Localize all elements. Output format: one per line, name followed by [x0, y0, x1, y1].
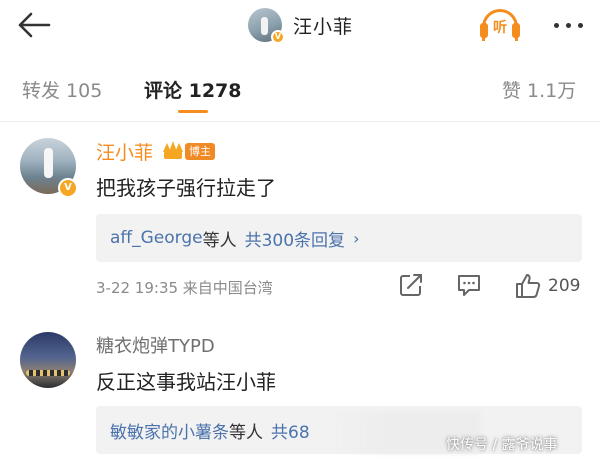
more-dots-icon: [553, 22, 559, 28]
verified-badge-icon: V: [271, 30, 285, 44]
divider: [0, 121, 600, 122]
avatar[interactable]: [20, 332, 76, 388]
tab-reposts[interactable]: 转发 105: [22, 76, 102, 103]
like-count: 209: [548, 276, 581, 296]
reply-users-suffix: 等人: [229, 422, 263, 443]
author-name[interactable]: 糖衣炮弹TYPD: [96, 332, 215, 358]
comment-meta: 3-22 19:35 来自中国台湾: [96, 279, 273, 297]
reply-users-suffix: 等人: [202, 230, 237, 251]
listen-label: 听: [493, 20, 507, 36]
chevron-right-icon: ›: [353, 228, 360, 248]
arrow-left-icon: [18, 12, 51, 38]
thumbs-up-icon: [516, 274, 541, 298]
crown-icon: [162, 141, 184, 161]
comment-text: 反正这事我站汪小菲: [96, 370, 276, 394]
author-row: 汪小菲 博主: [96, 138, 216, 165]
author-name[interactable]: 汪小菲: [96, 138, 153, 165]
verified-badge-icon: V: [58, 178, 78, 198]
reply-users[interactable]: aff_George: [110, 228, 203, 248]
comment-item: V 汪小菲 博主 把我孩子强行拉走了 aff_George 等人 共300条回复…: [0, 134, 600, 309]
replies-preview[interactable]: aff_George 等人 共300条回复 ›: [96, 214, 582, 262]
share-button[interactable]: [398, 272, 424, 300]
tab-bar: 转发 105 评论 1278 赞 1.1万: [0, 66, 600, 116]
comment-icon: [458, 275, 480, 296]
listen-button[interactable]: 听: [478, 7, 522, 43]
author-row: 糖衣炮弹TYPD: [96, 332, 215, 358]
reply-count[interactable]: 共300条回复: [245, 226, 345, 251]
like-button[interactable]: 209: [514, 272, 584, 300]
watermark: 快传号 / 露爷说事: [446, 437, 558, 453]
reply-count[interactable]: 共68: [271, 418, 310, 443]
back-button[interactable]: [14, 8, 54, 42]
title-avatar[interactable]: V: [248, 8, 285, 44]
more-options-button[interactable]: [548, 10, 588, 40]
tab-likes[interactable]: 赞 1.1万: [502, 76, 576, 103]
top-bar: V 汪小菲 听: [0, 0, 600, 50]
comment-text: 把我孩子强行拉走了: [96, 176, 276, 200]
active-tab-indicator: [178, 110, 208, 113]
page-title: 汪小菲: [293, 15, 354, 38]
title-group[interactable]: V 汪小菲: [248, 7, 354, 44]
reply-button[interactable]: [456, 272, 482, 300]
avatar[interactable]: V: [20, 138, 78, 198]
tab-comments[interactable]: 评论 1278: [144, 76, 242, 103]
reply-users[interactable]: 敏敏家的小薯条: [110, 418, 229, 443]
share-icon: [400, 274, 422, 296]
author-tag-badge: 博主: [185, 142, 216, 160]
